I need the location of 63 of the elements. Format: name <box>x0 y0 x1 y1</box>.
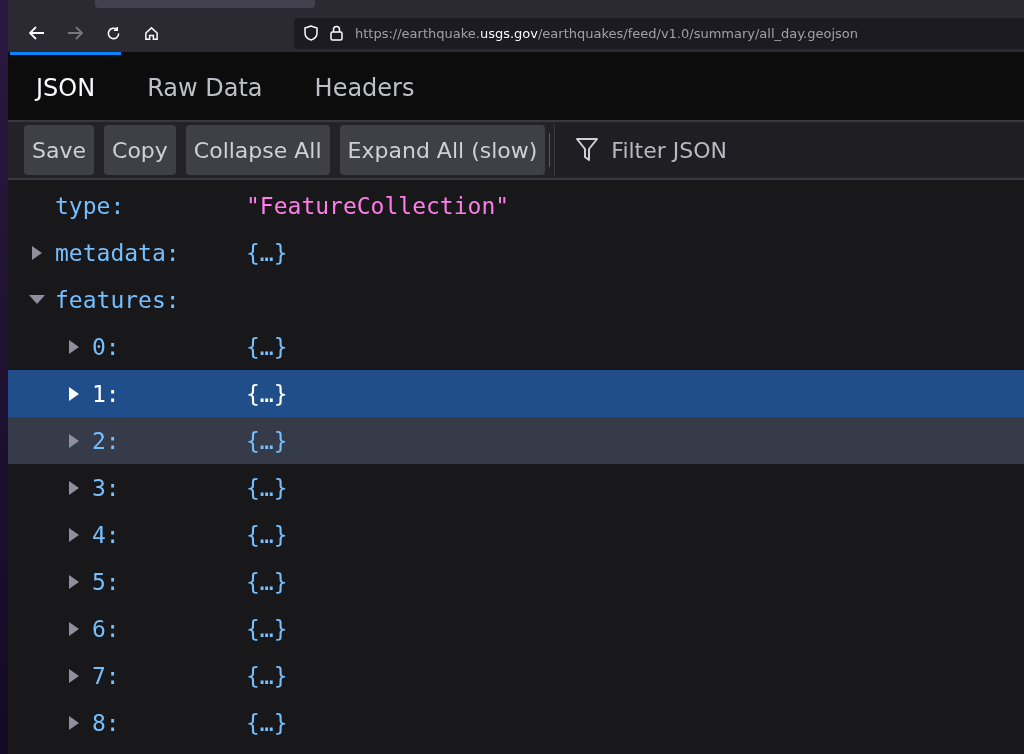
tree-row[interactable]: 0: {…} <box>8 323 1024 370</box>
toolbar-button[interactable]: Copy <box>104 125 176 175</box>
lock-icon[interactable] <box>330 25 343 41</box>
viewer-tab[interactable]: Raw Data <box>121 52 289 120</box>
expand-arrow-icon[interactable] <box>67 667 80 684</box>
reload-icon[interactable] <box>105 25 121 41</box>
viewer-tab[interactable]: Headers <box>288 52 441 120</box>
expand-arrow-icon[interactable] <box>67 432 80 449</box>
expand-arrow-icon[interactable] <box>67 479 80 496</box>
filter-icon <box>575 137 600 163</box>
expand-arrow-icon[interactable] <box>67 620 80 637</box>
tree-row[interactable]: type: "FeatureCollection" <box>8 182 1024 229</box>
json-key: 4: <box>92 521 120 548</box>
toolbar-button[interactable]: Collapse All <box>185 125 330 175</box>
tree-row[interactable]: 6: {…} <box>8 605 1024 652</box>
json-key: 5: <box>92 568 120 595</box>
json-key: type: <box>55 192 125 219</box>
collapse-arrow-icon[interactable] <box>27 294 46 305</box>
json-key: features: <box>55 286 180 313</box>
json-key: 0: <box>92 333 120 360</box>
json-value: {…} <box>246 239 288 266</box>
json-value: {…} <box>246 474 288 501</box>
shield-icon[interactable] <box>304 25 318 41</box>
tree-row[interactable]: 7: {…} <box>8 652 1024 699</box>
json-key: 3: <box>92 474 120 501</box>
json-key: 6: <box>92 615 120 642</box>
expand-arrow-icon[interactable] <box>30 244 43 261</box>
json-value: {…} <box>246 380 288 407</box>
json-key: 8: <box>92 709 120 736</box>
filter-field[interactable]: Filter JSON <box>609 136 914 164</box>
address-bar[interactable]: https://earthquake.usgs.gov/earthquakes/feed/v1.0/summary/all_day.geojson <box>294 17 1024 49</box>
json-value: {…} <box>246 662 288 689</box>
json-value: "FeatureCollection" <box>246 192 510 219</box>
tree-row[interactable]: features: <box>8 276 1024 323</box>
back-arrow-icon[interactable] <box>29 26 45 40</box>
json-key: 2: <box>92 427 120 454</box>
tree-row[interactable]: 8: {…} <box>8 699 1024 746</box>
json-value: {…} <box>246 615 288 642</box>
expand-arrow-icon[interactable] <box>67 338 80 355</box>
json-key: 1: <box>92 380 120 407</box>
home-icon[interactable] <box>143 25 159 41</box>
tree-row[interactable]: 4: {…} <box>8 511 1024 558</box>
toolbar-button[interactable]: Save <box>24 125 94 175</box>
filter-box[interactable]: Filter JSON <box>554 124 1024 176</box>
expand-arrow-icon[interactable] <box>67 714 80 731</box>
expand-arrow-icon[interactable] <box>67 573 80 590</box>
tree-row[interactable]: 2: {…} <box>8 417 1024 464</box>
toolbar-button[interactable]: Expand All (slow) <box>339 125 546 175</box>
json-key: metadata: <box>55 239 180 266</box>
expand-arrow-icon[interactable] <box>67 526 80 543</box>
url-text: https://earthquake.usgs.gov/earthquakes/feed/v1.0/summary/all_day.geojson <box>355 25 859 41</box>
json-value: {…} <box>246 333 288 360</box>
json-value: {…} <box>246 427 288 454</box>
forward-arrow-icon[interactable] <box>67 26 83 40</box>
json-key: 7: <box>92 662 120 689</box>
tree-row[interactable]: 3: {…} <box>8 464 1024 511</box>
json-value: {…} <box>246 521 288 548</box>
json-value: {…} <box>246 709 288 736</box>
tree-row[interactable]: 1: {…} <box>8 370 1024 417</box>
tree-row[interactable]: metadata: {…} <box>8 229 1024 276</box>
json-value: {…} <box>246 568 288 595</box>
expand-arrow-icon[interactable] <box>67 385 80 402</box>
tree-row[interactable]: 5: {…} <box>8 558 1024 605</box>
